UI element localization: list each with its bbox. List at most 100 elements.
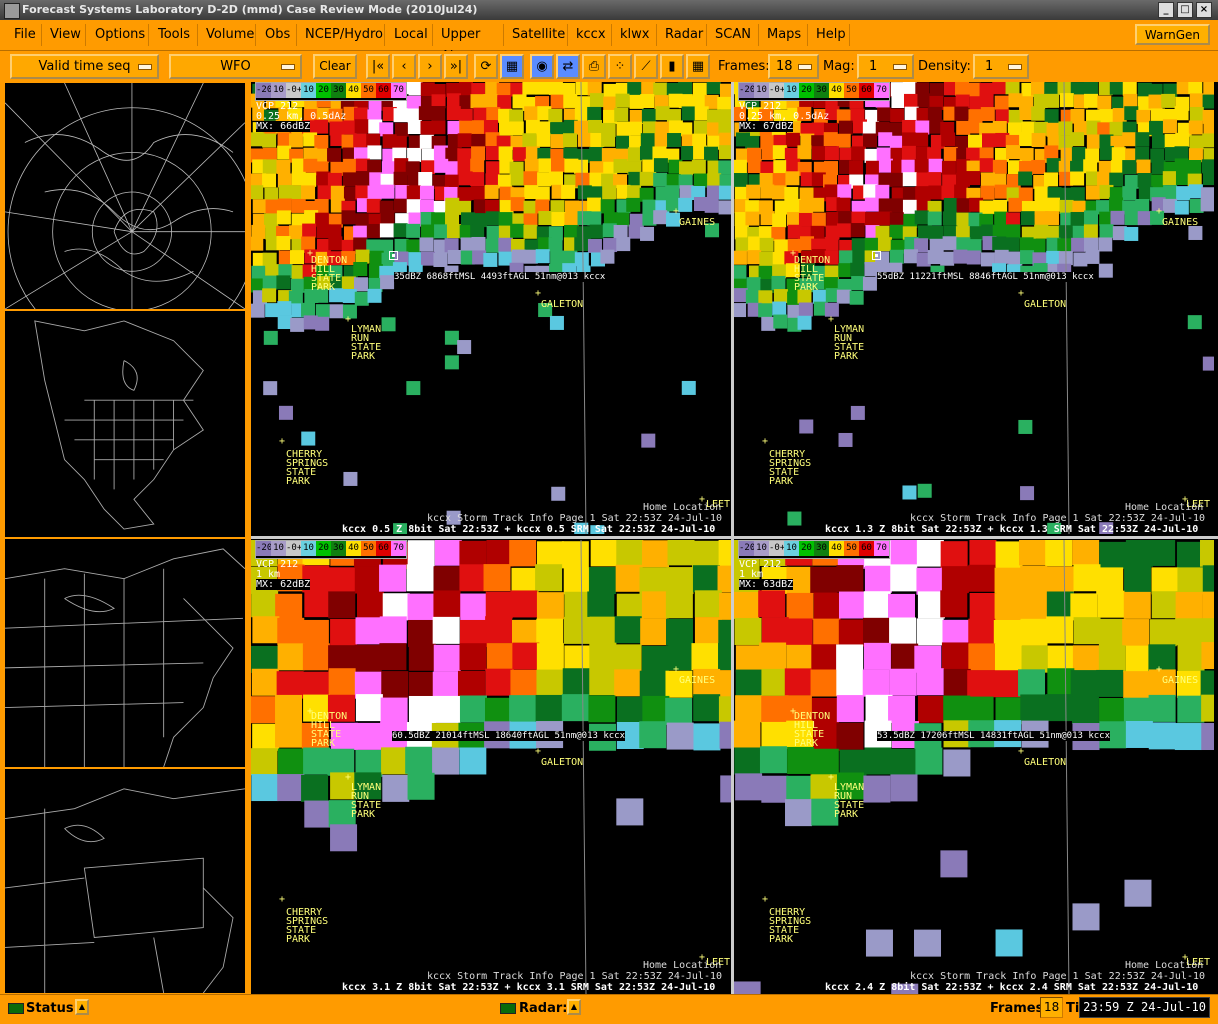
sample-cursor[interactable] — [872, 709, 881, 718]
menu-options[interactable]: Options — [89, 24, 149, 46]
scale-select[interactable]: WFO — [169, 54, 302, 79]
radar-bin — [747, 250, 762, 265]
image-properties-icon[interactable]: ▦ — [500, 54, 524, 79]
close-icon[interactable]: × — [1196, 2, 1212, 18]
thumbnail-north-america[interactable] — [4, 310, 246, 538]
menu-maps[interactable]: Maps — [761, 24, 808, 46]
radar-bin — [574, 252, 589, 267]
menu-klwx[interactable]: klwx — [614, 24, 657, 46]
four-panel-icon[interactable]: ▦ — [686, 54, 710, 79]
density-label: Density: — [918, 59, 971, 74]
menu-satellite[interactable]: Satellite — [506, 24, 568, 46]
radar-bin — [850, 223, 865, 238]
prev-frame-icon[interactable]: ‹ — [392, 54, 416, 79]
product-legend[interactable]: kccx 1.3 Z 8bit Sat 22:53Z + kccx 1.3 SR… — [825, 524, 1198, 534]
radar-bin — [927, 172, 942, 187]
baseline-icon[interactable]: ⟋ — [634, 54, 658, 79]
frames-select[interactable]: 18 — [768, 54, 819, 79]
radar-bin — [1059, 199, 1074, 214]
radar-bin — [483, 564, 511, 592]
radar-bin — [863, 184, 878, 199]
app-icon[interactable] — [4, 3, 20, 19]
radar-bin — [535, 564, 563, 592]
sample-cursor[interactable] — [872, 251, 881, 260]
radar-bin — [549, 315, 564, 330]
menu-local[interactable]: Local — [388, 24, 433, 46]
radar-bin — [589, 616, 617, 644]
first-frame-icon[interactable]: |« — [366, 54, 390, 79]
radar-panel-bottom-right[interactable]: + + + + + + -20 10 -0+ 10 20 30 40 50 60 70 VCP 212 1 … — [734, 540, 1214, 994]
radar-panel-top-right[interactable]: + + + + + + -20 10 -0+ 10 20 30 40 50 60 70 VCP 212 0.… — [734, 82, 1214, 534]
minimize-icon[interactable]: _ — [1158, 2, 1174, 18]
radar-bin — [327, 148, 342, 163]
loop-icon[interactable]: ⟳ — [474, 54, 498, 79]
radar-bin — [888, 593, 916, 621]
menu-kccx[interactable]: kccx — [570, 24, 612, 46]
radar-bin — [849, 160, 864, 175]
menu-obs[interactable]: Obs — [259, 24, 297, 46]
menu-radar[interactable]: Radar — [659, 24, 707, 46]
radar-bin — [446, 106, 461, 121]
radar-bin — [1046, 122, 1061, 137]
thumbnail-eastern-us[interactable] — [4, 538, 246, 768]
product-legend[interactable]: kccx 3.1 Z 8bit Sat 22:53Z + kccx 3.1 SR… — [342, 982, 715, 993]
status-expand-icon[interactable]: ▲ — [75, 999, 89, 1015]
radar-bin — [694, 617, 722, 645]
warngen-button[interactable]: WarnGen — [1134, 24, 1210, 45]
swap-icon[interactable]: ⇄ — [556, 54, 580, 79]
product-legend[interactable]: kccx 2.4 Z 8bit Sat 22:53Z + kccx 2.4 SR… — [825, 982, 1198, 993]
menu-help[interactable]: Help — [810, 24, 850, 46]
radar-bin — [615, 135, 630, 150]
menu-upper-air[interactable]: Upper Air — [435, 24, 504, 64]
radar-bin — [761, 775, 789, 803]
radar-bin — [444, 355, 459, 370]
maximize-icon[interactable]: □ — [1177, 2, 1193, 18]
radar-bin — [734, 303, 747, 318]
color-scale-label: -20 — [739, 83, 755, 98]
radar-bin — [993, 619, 1021, 647]
radar-bin — [1020, 592, 1048, 620]
chevron-down-icon — [138, 64, 152, 70]
single-panel-icon[interactable]: ▮ — [660, 54, 684, 79]
next-frame-icon[interactable]: › — [418, 54, 442, 79]
print-icon[interactable]: ⎙ — [582, 54, 606, 79]
radar-bin — [1124, 226, 1139, 241]
product-legend[interactable]: kccx 0.5 Z 8bit Sat 22:53Z + kccx 0.5 SR… — [342, 524, 715, 534]
refresh-icon[interactable]: ◉ — [530, 54, 554, 79]
radar-bin — [772, 173, 787, 188]
menu-scan[interactable]: SCAN — [709, 24, 759, 46]
menu-volume[interactable]: Volume — [200, 24, 256, 46]
points-icon[interactable]: ⁘ — [608, 54, 632, 79]
mag-value: 1 — [869, 59, 878, 74]
clear-button[interactable]: Clear — [313, 54, 357, 79]
radar-panel-top-left[interactable]: + + + + + + -20 10 -0+ 10 20 30 40 50 60 70 VCP 212 0.… — [251, 82, 731, 534]
menu-file[interactable]: File — [8, 24, 42, 46]
radar-bin — [587, 211, 602, 226]
radar-bin — [1084, 237, 1099, 252]
radar-expand-icon[interactable]: ▲ — [567, 999, 581, 1015]
radar-bin — [691, 159, 706, 174]
sample-cursor[interactable] — [389, 251, 398, 260]
last-frame-icon[interactable]: »| — [444, 54, 468, 79]
menu-view[interactable]: View — [44, 24, 86, 46]
radar-bin — [382, 774, 410, 802]
time-mode-select[interactable]: Valid time seq — [10, 54, 159, 79]
density-select[interactable]: 1 — [973, 54, 1029, 79]
radar-bin — [1005, 237, 1020, 252]
radar-bin — [483, 93, 498, 108]
radar-bin — [837, 184, 852, 199]
mag-select[interactable]: 1 — [857, 54, 914, 79]
radar-bin — [666, 722, 694, 750]
radar-bin — [510, 669, 538, 697]
menu-ncep-hydro[interactable]: NCEP/Hydro — [299, 24, 385, 46]
color-scale-label: 40 — [829, 83, 844, 98]
thumbnail-northern-hemisphere[interactable] — [4, 82, 246, 310]
radar-bin — [889, 212, 904, 227]
thumbnail-northeast-us[interactable] — [4, 768, 246, 994]
radar-panel-bottom-left[interactable]: + + + + + + -20 10 -0+ 10 20 30 40 50 60 70 VCP 212 1 … — [251, 540, 731, 994]
radar-bin — [811, 644, 839, 672]
radar-bin — [915, 186, 930, 201]
menu-tools[interactable]: Tools — [152, 24, 198, 46]
radar-bin — [1073, 617, 1101, 645]
radar-bin — [717, 96, 731, 111]
